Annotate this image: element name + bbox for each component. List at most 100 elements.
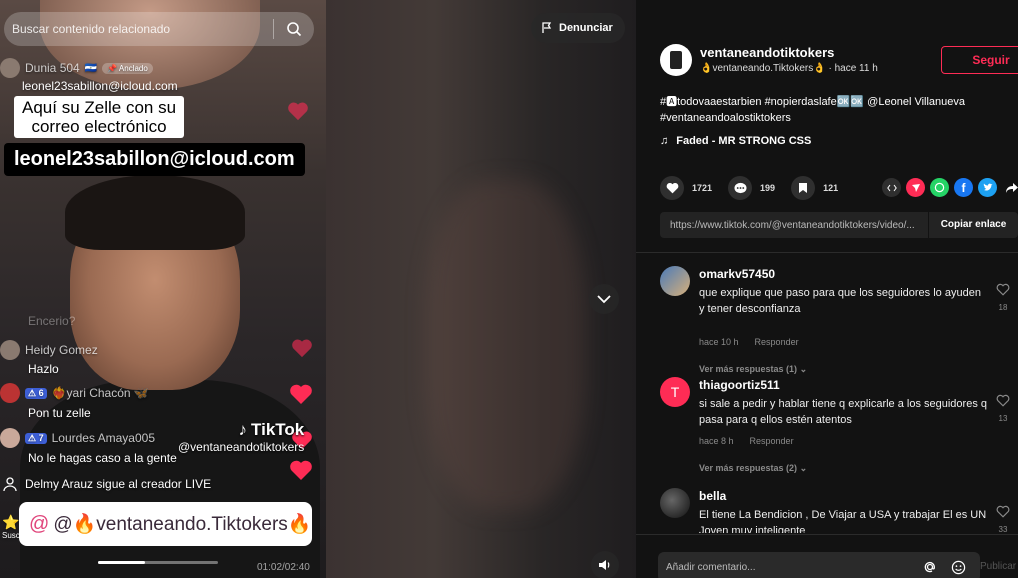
details-panel: ventaneandotiktokers 👌ventaneando.Tiktok… <box>636 0 1018 578</box>
comment-like-count: 18 <box>998 303 1008 312</box>
facebook-icon[interactable]: f <box>954 178 973 197</box>
twitter-icon[interactable] <box>978 178 997 197</box>
send-icon[interactable] <box>906 178 925 197</box>
like-button[interactable]: 1721 <box>660 176 712 200</box>
emoji-icon[interactable] <box>944 560 972 575</box>
author-subtitle: 👌ventaneando.Tiktokers👌 · hace 11 h <box>700 63 878 74</box>
comment-item: bella El tiene La Bendicion , De Viajar … <box>660 488 1010 533</box>
chevron-down-icon <box>597 294 611 303</box>
floating-heart-icon <box>291 338 313 358</box>
video-player[interactable]: Dunia 504 🇸🇻 📌 Anclado leonel23sabillon@… <box>0 0 326 578</box>
avatar[interactable]: T <box>660 377 690 407</box>
pinned-badge: 📌 Anclado <box>102 62 153 74</box>
comment-text: que explique que paso para que los segui… <box>699 287 981 315</box>
follow-button[interactable]: Seguir <box>941 46 1018 74</box>
tiktok-watermark: ♪ TikTok @ventaneandotiktokers <box>178 420 305 454</box>
pinned-comment-user: Dunia 504 <box>25 61 80 75</box>
live-comment-text: Hazlo <box>28 362 59 376</box>
copy-link-button[interactable]: Copiar enlace <box>928 212 1018 238</box>
avatar <box>0 58 20 78</box>
comment-like-button[interactable]: 13 <box>996 394 1010 423</box>
heart-icon <box>660 176 684 200</box>
level-badge: ⚠ 7 <box>25 432 47 444</box>
tiktok-logo-icon: ♪ <box>238 420 248 439</box>
backdrop-blur <box>426 180 586 510</box>
video-frame-hair <box>65 175 245 250</box>
comment-input[interactable] <box>666 561 916 573</box>
video-progress-fill <box>98 561 145 564</box>
avatar[interactable] <box>660 266 690 296</box>
view-more-replies[interactable]: Ver más respuestas (2) ⌄ <box>699 463 807 474</box>
flag-icon <box>542 22 552 33</box>
live-comment-text: Pon tu zelle <box>28 406 91 420</box>
floating-heart-icon <box>289 459 312 480</box>
video-progress-bar[interactable] <box>98 561 218 564</box>
caption-white: Aquí su Zelle con su correo electrónico <box>14 96 185 138</box>
search-icon[interactable] <box>274 21 314 37</box>
save-count: 121 <box>823 183 839 193</box>
comment-like-count: 33 <box>998 525 1008 533</box>
publish-button[interactable]: Publicar <box>980 561 1016 572</box>
comment-like-button[interactable]: 33 <box>996 505 1010 533</box>
comment-input-box <box>658 552 980 578</box>
music-note-icon: ♫ <box>660 135 669 147</box>
follow-event: Delmy Arauz sigue al creador LIVE <box>0 474 211 494</box>
comment-count: 199 <box>760 183 776 193</box>
comment-user[interactable]: bella <box>699 489 726 503</box>
share-link-box: https://www.tiktok.com/@ventaneandotikto… <box>660 212 1018 238</box>
user-add-icon <box>0 474 20 494</box>
comment-meta: hace 8 h Responder <box>699 436 794 446</box>
avatar <box>0 383 20 403</box>
video-description: #🅰todovaaestarbien #nopierdaslafe🆗🆗 @Leo… <box>660 96 965 124</box>
view-more-replies[interactable]: Ver más respuestas (1) ⌄ <box>699 364 807 375</box>
video-time: 01:02/02:40 <box>257 562 310 573</box>
action-bar: 1721 199 121 <box>660 176 854 200</box>
comment-user[interactable]: thiagoortiz511 <box>699 378 780 392</box>
comment-button[interactable]: 199 <box>728 176 775 200</box>
comment-composer: Publicar <box>636 534 1018 578</box>
comment-icon <box>728 176 753 200</box>
related-search-bar[interactable] <box>4 12 314 46</box>
pinned-comment: Dunia 504 🇸🇻 📌 Anclado leonel23sabillon@… <box>0 58 178 93</box>
heart-outline-icon <box>996 505 1010 518</box>
subscribe-stub: ⭐ Susc <box>2 514 20 540</box>
faded-comment: Encerio? <box>28 314 76 328</box>
avatar <box>0 340 20 360</box>
comment-like-button[interactable]: 18 <box>996 283 1010 312</box>
embed-icon[interactable] <box>882 178 901 197</box>
comment-item: omarkv57450 que explique que paso para q… <box>660 266 1010 374</box>
comment-list[interactable]: omarkv57450 que explique que paso para q… <box>636 253 1018 533</box>
pinned-comment-text: leonel23sabillon@icloud.com <box>22 79 178 93</box>
floating-heart-icon <box>289 383 312 404</box>
share-arrow-icon[interactable] <box>1002 178 1018 197</box>
comment-text: si sale a pedir y hablar tiene q explica… <box>699 398 987 426</box>
comment-item: T thiagoortiz511 si sale a pedir y habla… <box>660 377 1010 477</box>
handle-banner: @ @🔥ventaneando.Tiktokers🔥 <box>19 502 312 546</box>
save-button[interactable]: 121 <box>791 176 838 200</box>
music-link[interactable]: ♫ Faded - MR STRONG CSS <box>660 135 811 147</box>
bookmark-icon <box>791 176 816 200</box>
report-button[interactable]: Denunciar <box>531 13 625 43</box>
live-comment-user: Heidy Gomez <box>25 343 98 357</box>
comment-meta: hace 10 h Responder <box>699 337 799 347</box>
whatsapp-icon[interactable] <box>930 178 949 197</box>
like-count: 1721 <box>692 183 713 193</box>
next-video-button[interactable] <box>589 284 619 314</box>
share-link-url[interactable]: https://www.tiktok.com/@ventaneandotikto… <box>660 220 928 231</box>
comment-like-count: 13 <box>998 414 1008 423</box>
avatar[interactable] <box>660 488 690 518</box>
mention-icon[interactable] <box>916 560 944 574</box>
related-search-input[interactable] <box>12 22 274 36</box>
comment-user[interactable]: omarkv57450 <box>699 267 775 281</box>
reply-button[interactable]: Responder <box>755 337 799 347</box>
author-avatar[interactable] <box>660 44 692 76</box>
live-comment: ⚠ 6 ❤️‍🔥yari Chacón 🦋 Pon tu zelle <box>0 383 149 420</box>
level-badge: ⚠ 6 <box>25 387 47 399</box>
volume-button[interactable] <box>591 551 619 578</box>
reply-button[interactable]: Responder <box>750 436 794 446</box>
avatar <box>0 428 20 448</box>
live-comment-user: ❤️‍🔥yari Chacón 🦋 <box>51 386 149 400</box>
live-comment: Heidy Gomez Hazlo <box>0 340 98 376</box>
author-name[interactable]: ventaneandotiktokers <box>700 45 834 60</box>
heart-outline-icon <box>996 394 1010 407</box>
